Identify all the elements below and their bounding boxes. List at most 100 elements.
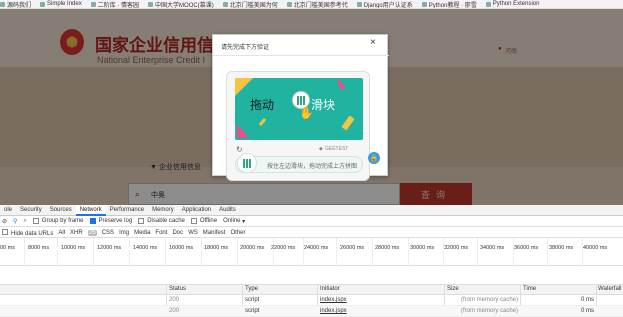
filter-doc[interactable]: Doc	[172, 230, 183, 236]
tab-application[interactable]: Application	[178, 205, 215, 216]
timeline-tick: 18000 ms	[204, 245, 229, 251]
timeline-gridline	[477, 238, 478, 266]
cell-size: (from memory cache)	[461, 297, 519, 303]
timeline-tick: 40000 ms	[583, 245, 608, 251]
filter-js[interactable]: JS	[87, 229, 97, 236]
bookmark-item[interactable]: Python教程 · 廖雪	[421, 0, 477, 9]
slider-handle[interactable]	[237, 153, 257, 173]
search-icon[interactable]: ⌕	[23, 218, 26, 225]
bookmark-label: Python Extension	[492, 1, 540, 7]
timeline-tick: 36000 ms	[514, 245, 539, 251]
cell-initiator[interactable]: index.jspx	[320, 308, 347, 314]
column-header-time[interactable]: Time	[523, 286, 536, 292]
bookmark-item[interactable]: Simple Index	[40, 1, 82, 7]
close-icon[interactable]: ×	[370, 38, 376, 48]
bookmark-item[interactable]: 北京门槛美国为何	[222, 0, 278, 9]
tab-performance[interactable]: Performance	[106, 205, 148, 216]
timeline-tick: 12000 ms	[97, 245, 122, 251]
filter-xhr[interactable]: XHR	[70, 230, 83, 236]
refresh-icon[interactable]: ↻	[236, 145, 243, 154]
offline-checkbox[interactable]: Offline	[190, 218, 218, 224]
timeline-tick: 30000 ms	[410, 245, 435, 251]
checkbox-box	[190, 218, 197, 224]
cell-type: script	[245, 297, 260, 303]
disable-cache-checkbox[interactable]: Disable cache	[138, 218, 185, 224]
stop-icon[interactable]: ⊘	[2, 218, 7, 225]
timeline-gridline	[129, 238, 130, 266]
bookmark-item[interactable]: 中国大学MOOC(慕课)	[148, 0, 214, 8]
tab-memory[interactable]: Memory	[148, 205, 178, 216]
timeline-tick: 24000 ms	[304, 245, 329, 251]
timeline-gridline	[408, 238, 409, 266]
timeline-gridline	[273, 238, 274, 266]
bookmark-item[interactable]: Python Extension	[485, 1, 540, 7]
chevron-down-icon: ▾	[242, 218, 246, 225]
timeline-gridline	[513, 238, 514, 266]
offline-label: Offline	[199, 218, 218, 224]
tab-security[interactable]: Security	[16, 205, 46, 216]
cell-time: 0 ms	[581, 297, 595, 303]
preserve-log-checkbox[interactable]: Preserve log	[89, 218, 132, 224]
timeline-tick: 10000 ms	[61, 245, 86, 251]
bookmark-label: Python教程 · 廖雪	[428, 2, 477, 9]
filter-media[interactable]: Media	[134, 230, 150, 236]
tab-sources[interactable]: Sources	[46, 205, 76, 216]
filter-font[interactable]: Font	[155, 230, 167, 236]
divider	[213, 55, 389, 56]
bookmark-icon	[421, 1, 427, 7]
lock-icon[interactable]: 🔒	[368, 152, 380, 164]
network-timeline[interactable]: 00 ms 8000 ms 10000 ms 12000 ms 14000 ms…	[0, 238, 623, 266]
tab-audits[interactable]: Audits	[215, 205, 240, 216]
column-header-waterfall[interactable]: Waterfall	[598, 286, 621, 292]
timeline-tick: 28000 ms	[375, 245, 400, 251]
decoration-shape	[237, 124, 249, 138]
timeline-gridline	[582, 238, 583, 266]
bookmark-item[interactable]: 北京门槛美国参考代	[286, 0, 348, 8]
table-row[interactable]: 200 script index.jspx (from memory cache…	[0, 295, 623, 306]
filter-other[interactable]: Other	[230, 230, 245, 236]
timeline-gridline	[237, 238, 238, 266]
filter-img[interactable]: Img	[119, 230, 129, 236]
bookmark-item[interactable]: 二阶库 · 情客园	[90, 0, 139, 8]
bookmark-label: 北京门槛美国为何	[229, 2, 278, 9]
bookmark-icon	[40, 1, 46, 7]
disable-cache-label: Disable cache	[147, 218, 185, 224]
filter-css[interactable]: CSS	[102, 230, 114, 236]
cell-time: 0 ms	[581, 308, 595, 314]
throttle-select[interactable]: Online ▾	[223, 218, 245, 225]
decoration-shape	[258, 117, 267, 127]
column-header-initiator[interactable]: Initiator	[320, 286, 340, 292]
bookmark-icon	[0, 1, 5, 7]
timeline-gridline	[24, 238, 25, 266]
tab-network[interactable]: Network	[75, 204, 106, 216]
filter-all[interactable]: All	[58, 230, 65, 236]
group-by-frame-checkbox[interactable]: Group by frame	[32, 218, 84, 224]
timeline-tick: 22000 ms	[271, 245, 296, 251]
bookmark-item[interactable]: Django用户认证系	[356, 0, 413, 8]
cell-initiator[interactable]: index.jspx	[320, 297, 347, 303]
timeline-gridline	[443, 238, 444, 266]
tab-console[interactable]: ole	[0, 205, 16, 216]
column-header-status[interactable]: Status	[169, 286, 186, 292]
column-header-size[interactable]: Size	[447, 286, 459, 292]
filter-manifest[interactable]: Manifest	[203, 230, 226, 236]
bookmark-icon	[286, 1, 292, 7]
hide-data-urls-checkbox[interactable]: Hide data URLs	[2, 228, 53, 237]
timeline-tick: 26000 ms	[340, 245, 365, 251]
slider-handle-icon	[243, 158, 251, 168]
timeline-tick: 38000 ms	[549, 245, 574, 251]
decoration-shape	[336, 79, 346, 91]
cell-status: 200	[169, 297, 180, 303]
column-header-type[interactable]: Type	[245, 286, 258, 292]
table-row[interactable]: 200 script index.jspx (from memory cache…	[0, 306, 623, 317]
bookmarks-bar: 源码我们 Simple Index 二阶库 · 情客园 中国大学MOOC(慕课)…	[0, 0, 623, 9]
devtools-tabs: ole Security Sources Network Performance…	[0, 204, 623, 216]
checkbox-box	[2, 228, 8, 235]
filter-icon[interactable]: ⚲	[13, 218, 17, 225]
timeline-tick: 32000 ms	[444, 245, 469, 251]
timeline-tick: 34000 ms	[480, 245, 505, 251]
timeline-gridline	[165, 238, 166, 266]
bookmark-item[interactable]: 源码我们	[0, 0, 31, 8]
geetest-logo-icon: ◆	[319, 146, 323, 152]
filter-ws[interactable]: WS	[188, 230, 198, 236]
